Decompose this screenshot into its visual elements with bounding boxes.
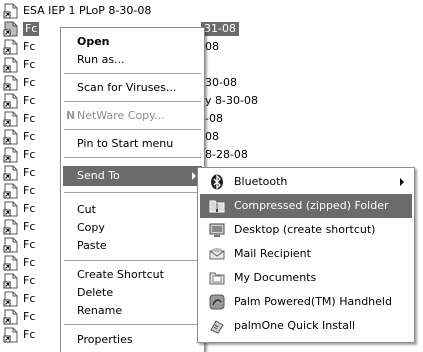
menu-item-cut[interactable]: Cut (63, 201, 202, 219)
file-name-tail: 08 (205, 130, 219, 143)
menu-separator (64, 192, 201, 193)
menu-item-open[interactable]: Open (63, 33, 202, 51)
file-name: Fc (23, 310, 36, 323)
menu-item-label: Send To (77, 169, 120, 182)
file-name: Fc (23, 274, 36, 287)
sendto-bluetooth[interactable]: Bluetooth (200, 170, 412, 194)
netware-icon: N (66, 109, 76, 122)
submenu-arrow-icon (192, 172, 196, 180)
mail-icon (209, 248, 225, 260)
sendto-compressed-folder[interactable]: Compressed (zipped) Folder (200, 194, 412, 218)
file-name: Fc (23, 202, 36, 215)
file-name: Fc (23, 130, 36, 143)
file-name: Fc (23, 328, 36, 341)
sendto-palmone-install[interactable]: palmOne Quick Install (200, 314, 412, 338)
shortcut-file-icon (3, 183, 18, 199)
shortcut-file-icon (3, 255, 18, 271)
file-name: Fc (23, 166, 36, 179)
shortcut-file-icon (3, 21, 18, 37)
file-name: Fc (23, 220, 36, 233)
palm-handheld-icon (209, 294, 225, 310)
file-name: Fc (23, 256, 36, 269)
submenu-item-label: Bluetooth (234, 175, 288, 188)
send-to-submenu: Bluetooth Compressed (zipped) Folder Des… (197, 167, 415, 343)
shortcut-file-icon (3, 57, 18, 73)
menu-separator (64, 129, 201, 130)
sendto-palm-handheld[interactable]: Palm Powered(TM) Handheld (200, 290, 412, 314)
file-name-tail: 8-28-08 (205, 148, 248, 161)
submenu-item-label: Palm Powered(TM) Handheld (234, 295, 392, 308)
file-name-tail: 30-08 (205, 76, 237, 89)
sendto-desktop-shortcut[interactable]: Desktop (create shortcut) (200, 218, 412, 242)
sendto-mail-recipient[interactable]: Mail Recipient (200, 242, 412, 266)
shortcut-file-icon (3, 39, 18, 55)
file-name: Fc (23, 94, 36, 107)
menu-item-send-to[interactable]: Send To (63, 166, 202, 186)
menu-item-paste[interactable]: Paste (63, 237, 202, 255)
shortcut-file-icon (3, 147, 18, 163)
submenu-arrow-icon (400, 178, 404, 186)
shortcut-file-icon (3, 291, 18, 307)
shortcut-file-icon (3, 273, 18, 289)
menu-item-netware-copy: N NetWare Copy... (63, 107, 202, 125)
menu-item-run-as[interactable]: Run as... (63, 51, 202, 69)
menu-separator (64, 73, 201, 74)
shortcut-file-icon (3, 165, 18, 181)
shortcut-file-icon (3, 201, 18, 217)
menu-item-copy[interactable]: Copy (63, 219, 202, 237)
file-name-tail: y 8-30-08 (205, 94, 258, 107)
menu-separator (64, 324, 201, 325)
shortcut-file-icon (3, 219, 18, 235)
palmone-install-icon (210, 320, 224, 334)
file-name: Fc (23, 112, 36, 125)
menu-item-delete[interactable]: Delete (63, 284, 202, 302)
file-name: Fc (23, 40, 36, 53)
menu-item-rename[interactable]: Rename (63, 302, 202, 320)
menu-item-label: NetWare Copy... (77, 109, 165, 122)
file-name: Fc (23, 58, 36, 71)
file-name: Fc (23, 76, 36, 89)
file-name: Fc (23, 292, 36, 305)
shortcut-file-icon (3, 75, 18, 91)
file-name: Fc (23, 22, 40, 36)
shortcut-file-icon (3, 93, 18, 109)
submenu-item-label: Mail Recipient (234, 247, 311, 260)
menu-item-pin-start[interactable]: Pin to Start menu (63, 135, 202, 153)
submenu-item-label: My Documents (234, 271, 317, 284)
sendto-my-documents[interactable]: My Documents (200, 266, 412, 290)
file-name: Fc (23, 238, 36, 251)
file-name-tail: -08 (205, 112, 223, 125)
zip-folder-icon (209, 200, 225, 213)
menu-separator (64, 157, 201, 158)
file-name-tail: 08 (205, 40, 219, 53)
menu-separator (64, 101, 201, 102)
shortcut-file-icon (3, 111, 18, 127)
submenu-item-label: palmOne Quick Install (234, 319, 356, 332)
shortcut-file-icon (3, 237, 18, 253)
shortcut-file-icon (3, 327, 18, 343)
shortcut-file-icon (3, 309, 18, 325)
menu-separator (64, 260, 201, 261)
menu-item-create-shortcut[interactable]: Create Shortcut (63, 266, 202, 284)
file-name-tail: 31-08 (201, 22, 239, 36)
submenu-item-label: Desktop (create shortcut) (234, 223, 376, 236)
shortcut-file-icon (3, 129, 18, 145)
file-name: Fc (23, 148, 36, 161)
file-name: Fc (23, 184, 36, 197)
desktop-icon (209, 223, 225, 237)
submenu-item-label: Compressed (zipped) Folder (234, 199, 389, 212)
documents-folder-icon (209, 272, 225, 285)
menu-item-scan-viruses[interactable]: Scan for Viruses... (63, 79, 202, 97)
context-menu: Open Run as... Scan for Viruses... N Net… (60, 27, 205, 352)
file-name: ESA IEP 1 PLoP 8-30-08 (23, 4, 152, 17)
shortcut-file-icon (3, 3, 18, 19)
menu-item-properties[interactable]: Properties (63, 331, 202, 349)
bluetooth-icon (211, 174, 223, 190)
